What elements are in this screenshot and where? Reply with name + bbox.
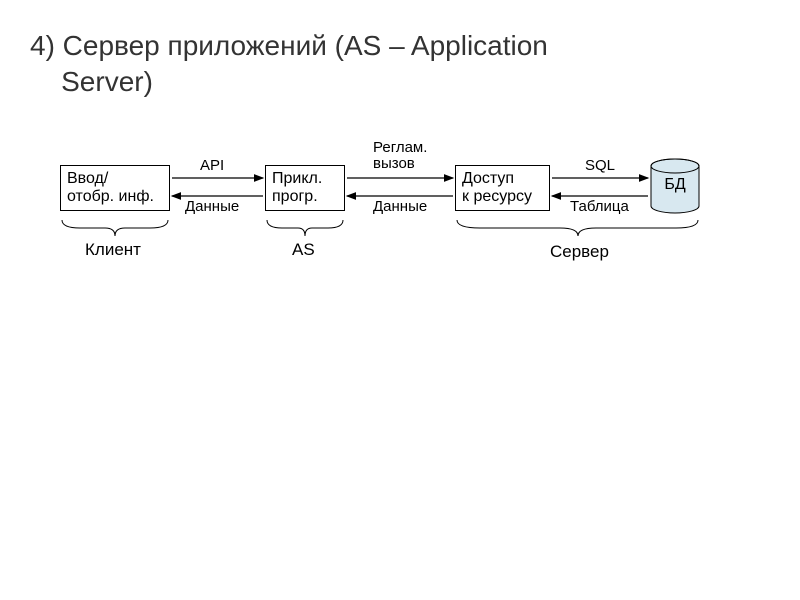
diagram: Ввод/ отобр. инф. Прикл. прогр. Доступ к… (60, 140, 740, 290)
label-reglam-l2: вызов (373, 155, 415, 172)
label-data-2: Данные (373, 198, 427, 215)
box3-line2: к ресурсу (462, 188, 532, 205)
title-line1: 4) Сервер приложений (AS – Application (30, 30, 548, 61)
database-cylinder: БД (650, 158, 700, 214)
box1-line2: отобр. инф. (67, 188, 154, 205)
label-table: Таблица (570, 198, 629, 215)
box-resource-access: Доступ к ресурсу (455, 165, 550, 211)
brace-label-server: Сервер (550, 242, 609, 262)
title-line2: Server) (61, 66, 153, 97)
box-input-display: Ввод/ отобр. инф. (60, 165, 170, 211)
label-api: API (200, 157, 224, 174)
page-title: 4) Сервер приложений (AS – Application S… (30, 28, 548, 101)
label-reglam-call: Реглам. вызов (373, 140, 427, 172)
brace-label-as: AS (292, 240, 315, 260)
box1-line1: Ввод/ (67, 170, 108, 187)
label-reglam-l1: Реглам. (373, 139, 427, 156)
label-sql: SQL (585, 157, 615, 174)
box2-line2: прогр. (272, 188, 318, 205)
slide: 4) Сервер приложений (AS – Application S… (0, 0, 800, 600)
label-data-1: Данные (185, 198, 239, 215)
box-application-program: Прикл. прогр. (265, 165, 345, 211)
db-label: БД (650, 176, 700, 194)
box2-line1: Прикл. (272, 170, 322, 187)
box3-line1: Доступ (462, 170, 514, 187)
brace-label-client: Клиент (85, 240, 141, 260)
